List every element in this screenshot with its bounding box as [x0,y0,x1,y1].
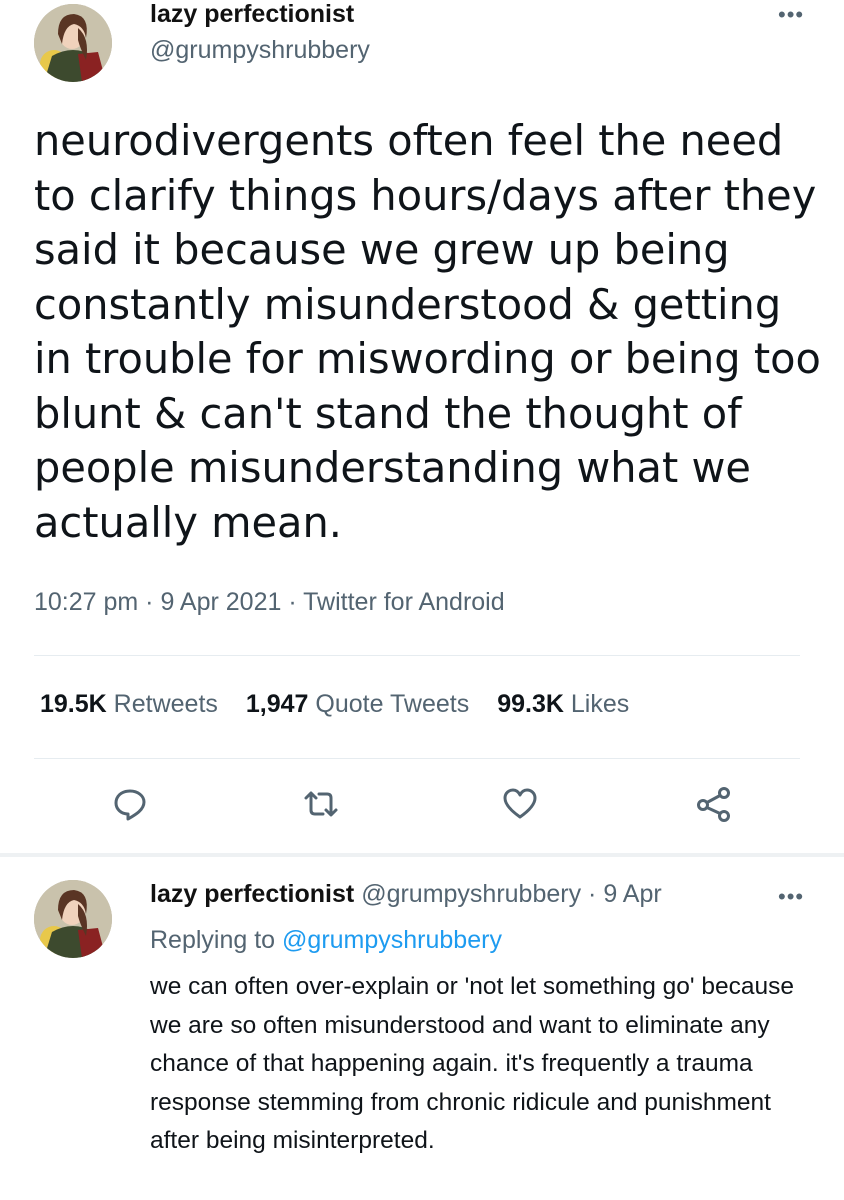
like-icon[interactable] [502,786,538,822]
retweets-stat[interactable]: 19.5K Retweets [40,690,218,718]
reply-display-name[interactable]: lazy perfectionist [150,880,354,908]
more-options-icon[interactable]: ••• [778,886,804,908]
quotes-label: Quote Tweets [315,690,470,718]
retweets-count: 19.5K [40,690,107,718]
tweet-text: neurodivergents often feel the need to c… [34,116,821,547]
replying-prefix: Replying to [150,926,276,954]
divider [34,655,800,656]
tweet-timestamp[interactable]: 10:27 pm · 9 Apr 2021 · Twitter for Andr… [34,588,505,617]
reply-handle-date[interactable]: @grumpyshrubbery · 9 Apr [361,880,662,908]
likes-stat[interactable]: 99.3K Likes [497,690,629,718]
avatar[interactable] [34,880,112,958]
reply-header: lazy perfectionist @grumpyshrubbery · 9 … [150,880,662,909]
replying-to: Replying to @grumpyshrubbery [150,926,502,955]
share-icon[interactable] [696,786,732,822]
retweet-icon[interactable] [303,786,339,822]
replying-handle-link[interactable]: @grumpyshrubbery [282,926,502,954]
user-handle[interactable]: @grumpyshrubbery [150,36,370,65]
likes-label: Likes [570,690,630,718]
quote-tweets-stat[interactable]: 1,947 Quote Tweets [246,690,469,718]
likes-count: 99.3K [497,690,564,718]
more-options-icon[interactable]: ••• [778,4,804,26]
retweets-label: Retweets [113,690,218,718]
section-divider [0,853,844,857]
reply-text: we can often over-explain or 'not let so… [150,973,795,1154]
reply-icon[interactable] [112,786,148,822]
tweet-stats: 19.5K Retweets 1,947 Quote Tweets 99.3K Li… [40,690,629,719]
avatar[interactable] [34,4,112,82]
display-name[interactable]: lazy perfectionist [150,0,354,29]
divider [34,758,800,759]
quotes-count: 1,947 [245,690,309,718]
